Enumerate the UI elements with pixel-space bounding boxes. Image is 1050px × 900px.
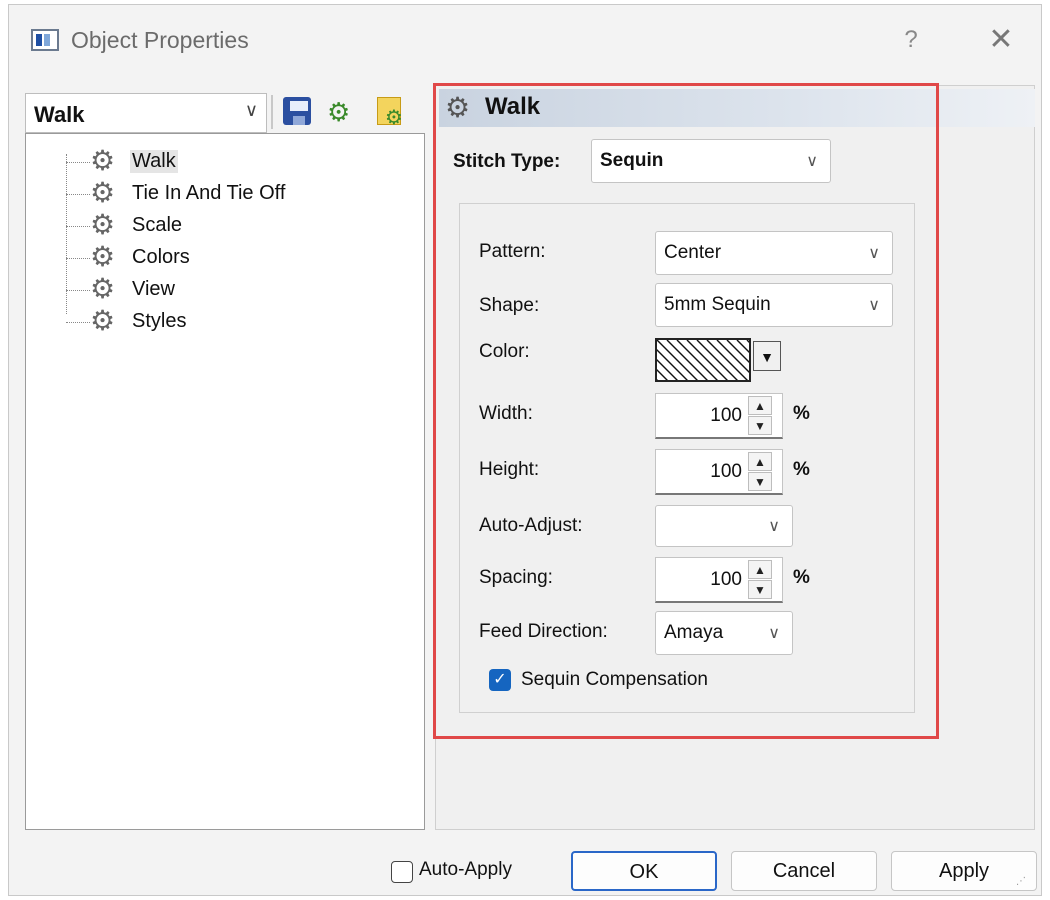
cancel-button[interactable]: Cancel bbox=[731, 851, 877, 891]
gear-icon: ⚙ bbox=[90, 273, 116, 304]
object-selector-value: Walk bbox=[34, 102, 85, 127]
tree-item-label: Scale bbox=[132, 214, 183, 236]
gear-icon: ⚙ bbox=[90, 177, 116, 208]
gear-icon: ⚙ bbox=[90, 241, 116, 272]
gear-icon: ⚙ bbox=[385, 107, 403, 129]
tree-item-label: Walk bbox=[130, 150, 178, 173]
resize-grip-icon[interactable]: ⋰ bbox=[1016, 876, 1027, 887]
toolbar-separator bbox=[271, 95, 273, 129]
gears-icon: ⚙ bbox=[327, 97, 351, 127]
gear-icon: ⚙ bbox=[90, 145, 116, 176]
object-properties-dialog: Object Properties ? ✕ Walk ∨ ⚙ ⚙ ⚙ Walk … bbox=[8, 4, 1042, 896]
ok-button[interactable]: OK bbox=[571, 851, 717, 891]
help-button[interactable]: ? bbox=[891, 23, 931, 57]
highlight-annotation bbox=[433, 83, 939, 739]
gear-icon: ⚙ bbox=[90, 305, 116, 336]
save-style-button[interactable] bbox=[281, 95, 315, 129]
tree-item-label: Tie In And Tie Off bbox=[132, 182, 286, 204]
floppy-disk-icon bbox=[283, 97, 311, 125]
window-title: Object Properties bbox=[71, 27, 249, 53]
app-icon bbox=[31, 29, 59, 51]
tree-item-label: Colors bbox=[132, 246, 190, 268]
property-tree: ⚙ Walk ⚙ Tie In And Tie Off ⚙ Scale ⚙ Co… bbox=[25, 133, 425, 830]
object-selector-combo[interactable]: Walk ∨ bbox=[25, 93, 267, 133]
gear-icon: ⚙ bbox=[90, 209, 116, 240]
title-bar: Object Properties ? ✕ bbox=[9, 5, 1041, 73]
auto-apply-checkbox[interactable] bbox=[391, 861, 413, 883]
chevron-down-icon: ∨ bbox=[244, 100, 258, 120]
tree-item-label: Styles bbox=[132, 310, 187, 332]
load-style-button[interactable]: ⚙ bbox=[373, 95, 407, 129]
gears-settings-button[interactable]: ⚙ bbox=[327, 95, 361, 129]
close-button[interactable]: ✕ bbox=[979, 23, 1023, 57]
tree-item-label: View bbox=[132, 278, 175, 300]
auto-apply-label: Auto-Apply bbox=[419, 859, 512, 880]
